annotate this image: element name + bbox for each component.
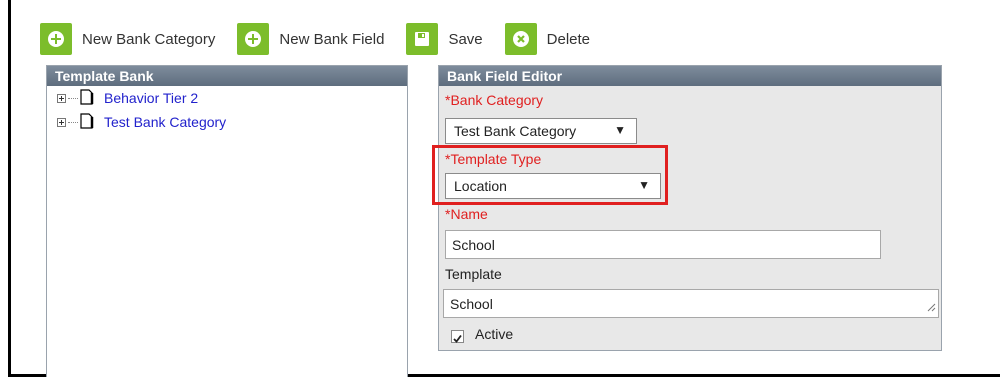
bank-category-label: *Bank Category <box>445 92 544 108</box>
delete-label: Delete <box>546 30 591 48</box>
name-label: *Name <box>445 206 488 222</box>
toolbar: New Bank Category New Bank Field Save De… <box>40 20 612 58</box>
new-bank-field-button[interactable]: New Bank Field <box>237 23 384 55</box>
plus-circle-icon <box>40 23 72 55</box>
tree-item[interactable]: Behavior Tier 2 <box>47 86 407 110</box>
name-value: School <box>452 236 495 253</box>
template-type-label: *Template Type <box>445 151 542 167</box>
save-button[interactable]: Save <box>406 23 483 55</box>
plus-circle-icon <box>237 23 270 55</box>
name-input[interactable]: School <box>445 230 881 259</box>
checkmark-icon <box>453 334 462 343</box>
delete-button[interactable]: Delete <box>504 23 591 55</box>
tree-item-label[interactable]: Behavior Tier 2 <box>104 90 198 106</box>
expand-icon[interactable] <box>57 117 66 127</box>
bank-category-value: Test Bank Category <box>454 123 577 139</box>
active-label: Active <box>475 326 514 342</box>
document-icon <box>80 88 94 108</box>
new-bank-field-label: New Bank Field <box>279 30 385 48</box>
bank-field-editor-panel: Bank Field Editor *Bank Category Test Ba… <box>438 65 942 351</box>
active-checkbox[interactable] <box>451 330 464 343</box>
dropdown-arrow-icon: ▼ <box>614 123 626 137</box>
bank-category-select[interactable]: Test Bank Category ▼ <box>445 118 637 144</box>
dropdown-arrow-icon: ▼ <box>638 178 650 192</box>
tree-item[interactable]: Test Bank Category <box>47 110 407 134</box>
new-bank-category-button[interactable]: New Bank Category <box>40 23 215 55</box>
new-bank-category-label: New Bank Category <box>82 30 216 48</box>
template-label: Template <box>445 266 502 282</box>
resize-grip-icon[interactable] <box>927 299 936 315</box>
tree-item-label[interactable]: Test Bank Category <box>104 114 226 130</box>
template-type-select[interactable]: Location ▼ <box>445 173 661 199</box>
expand-icon[interactable] <box>57 93 66 103</box>
floppy-disk-icon <box>406 23 439 55</box>
save-label: Save <box>448 30 483 48</box>
close-circle-icon <box>504 23 537 55</box>
bank-field-editor-header: Bank Field Editor <box>439 66 941 86</box>
template-bank-panel: Template Bank Behavior Tier 2 Test Bank … <box>46 65 408 377</box>
template-bank-header: Template Bank <box>47 66 407 86</box>
template-type-value: Location <box>454 178 507 194</box>
template-value: School <box>450 295 493 312</box>
template-textarea[interactable]: School <box>443 289 939 318</box>
document-icon <box>80 112 94 132</box>
